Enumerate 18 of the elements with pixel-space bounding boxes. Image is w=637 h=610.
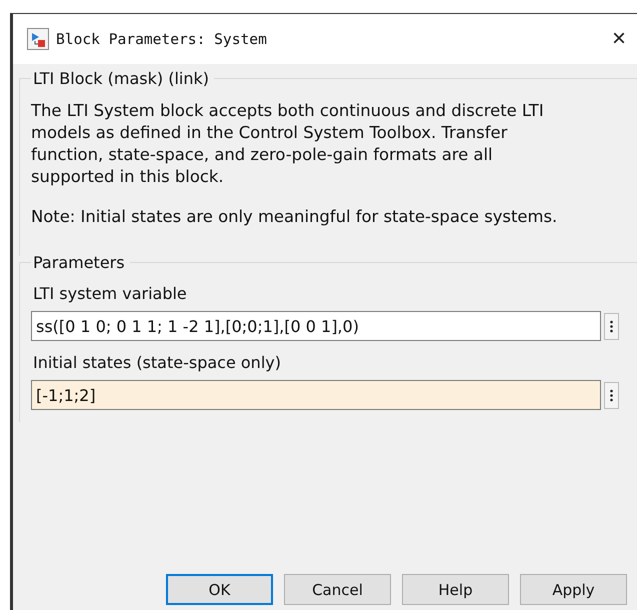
dialog-button[interactable]: Cancel <box>284 574 391 605</box>
field-label: Initial states (state-space only) <box>33 353 282 372</box>
window-title: Block Parameters: System <box>56 30 268 48</box>
vertical-dots-icon <box>610 388 613 402</box>
dialog-button[interactable]: Apply <box>520 574 627 605</box>
input-field[interactable]: ss([0 1 0; 0 1 1; 1 -2 1],[0;0;1],[0 0 1],0) <box>31 311 601 341</box>
vertical-dots-icon <box>610 320 613 332</box>
dialog-button[interactable]: Help <box>402 574 509 605</box>
input-field[interactable]: [-1;1;2] <box>31 380 601 410</box>
more-options-button[interactable] <box>604 312 619 340</box>
description-text: The LTI System block accepts both continuous and discrete LTI models as defined in the Control System Toolbox. Transfer function, state-space, and zero-pole-gain formats are all supported in this block. <box>31 100 545 188</box>
dialog-button[interactable]: OK <box>166 574 273 605</box>
group-title: LTI Block (mask) (link) <box>31 69 214 88</box>
close-button[interactable]: × <box>601 21 637 57</box>
description-text: Note: Initial states are only meaningful for state-space systems. <box>31 206 558 228</box>
field-label: LTI system variable <box>33 284 188 303</box>
more-options-button[interactable] <box>604 382 619 408</box>
block-icon <box>27 28 49 50</box>
